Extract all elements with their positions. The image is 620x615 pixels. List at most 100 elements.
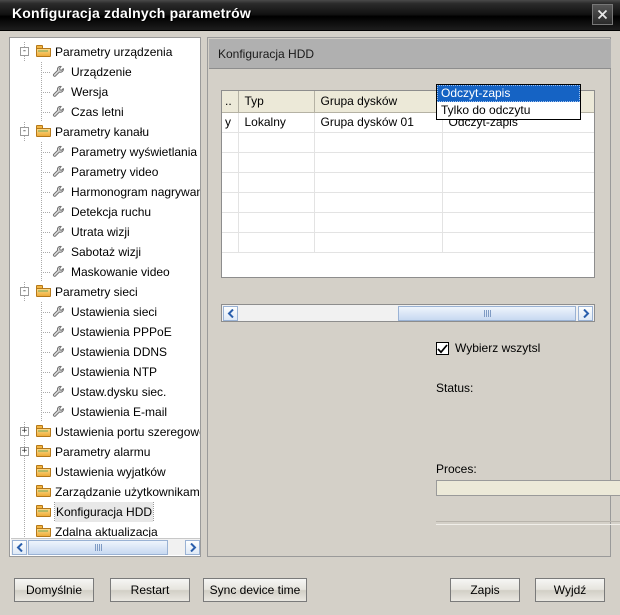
sidebar-item-11[interactable]: Maskowanie video xyxy=(10,262,200,282)
table-cell[interactable] xyxy=(314,212,443,233)
chevron-left-icon[interactable] xyxy=(223,306,238,321)
sidebar-item-label: Parametry alarmu xyxy=(55,445,151,459)
sidebar-item-6[interactable]: Parametry video xyxy=(10,162,200,182)
table-cell[interactable] xyxy=(314,152,443,173)
tree-expander-icon[interactable]: - xyxy=(20,287,29,296)
sidebar-item-23[interactable]: Konfiguracja HDD xyxy=(10,502,200,522)
wrench-icon xyxy=(52,245,64,257)
table-scroll-thumb[interactable] xyxy=(398,306,576,321)
sidebar-item-15[interactable]: Ustawienia DDNS xyxy=(10,342,200,362)
exit-button[interactable]: Wyjdź xyxy=(535,578,605,602)
settings-tree[interactable]: - Parametry urządzenia Urządzenie Wersja Cza… xyxy=(10,42,201,537)
sidebar-item-12[interactable]: - Parametry sieci xyxy=(10,282,200,302)
tree-scroll-thumb[interactable] xyxy=(28,540,168,555)
select-all-checkbox[interactable] xyxy=(436,342,449,355)
sidebar-item-17[interactable]: Ustaw.dysku siec. xyxy=(10,382,200,402)
chevron-left-icon[interactable] xyxy=(12,540,27,555)
sidebar-item-label: Ustawienia DDNS xyxy=(71,345,168,359)
sidebar-item-20[interactable]: + Parametry alarmu xyxy=(10,442,200,462)
sidebar-item-9[interactable]: Utrata wizji xyxy=(10,222,200,242)
sidebar-item-19[interactable]: + Ustawienia portu szeregowego xyxy=(10,422,200,442)
table-row[interactable] xyxy=(222,132,594,153)
table-cell[interactable] xyxy=(442,232,594,253)
tree-expander-icon[interactable]: + xyxy=(20,427,29,436)
sidebar-item-8[interactable]: Detekcja ruchu xyxy=(10,202,200,222)
dropdown-option-read-write[interactable]: Odczyt-zapis xyxy=(437,85,580,102)
table-cell[interactable] xyxy=(442,172,594,193)
table-cell[interactable]: Grupa dysków 01 xyxy=(314,112,443,133)
table-cell[interactable] xyxy=(222,172,239,193)
table-row[interactable] xyxy=(222,192,594,213)
sidebar-item-label: Parametry kanału xyxy=(55,125,150,139)
sidebar-item-18[interactable]: Ustawienia E-mail xyxy=(10,402,200,422)
sidebar-item-2[interactable]: Wersja xyxy=(10,82,200,102)
table-cell[interactable] xyxy=(238,192,315,213)
tree-expander-icon[interactable]: - xyxy=(20,127,29,136)
table-cell[interactable] xyxy=(222,212,239,233)
wrench-icon xyxy=(52,185,64,197)
sidebar-item-13[interactable]: Ustawienia sieci xyxy=(10,302,200,322)
table-row[interactable] xyxy=(222,172,594,193)
table-cell[interactable] xyxy=(222,132,239,153)
close-icon[interactable] xyxy=(592,4,613,25)
default-button[interactable]: Domyślnie xyxy=(14,578,94,602)
sidebar-item-24[interactable]: Zdalna aktualizacja xyxy=(10,522,200,537)
table-row[interactable] xyxy=(222,152,594,173)
save-button[interactable]: Zapis xyxy=(450,578,520,602)
table-cell[interactable]: Lokalny xyxy=(238,112,315,133)
table-header-cell[interactable]: Grupa dysków xyxy=(314,91,443,113)
tree-expander-icon[interactable]: - xyxy=(20,47,29,56)
wrench-icon xyxy=(52,65,64,77)
folder-icon xyxy=(36,445,52,458)
table-cell[interactable] xyxy=(238,232,315,253)
table-cell[interactable] xyxy=(314,232,443,253)
table-cell[interactable] xyxy=(314,192,443,213)
sidebar-item-16[interactable]: Ustawienia NTP xyxy=(10,362,200,382)
table-cell[interactable]: y xyxy=(222,112,239,133)
table-cell[interactable] xyxy=(238,132,315,153)
table-header-cell[interactable]: .. xyxy=(222,91,239,113)
table-cell[interactable] xyxy=(238,152,315,173)
wrench-icon xyxy=(52,365,64,377)
sidebar-item-4[interactable]: - Parametry kanału xyxy=(10,122,200,142)
table-header-cell[interactable]: Typ xyxy=(238,91,315,113)
table-cell[interactable] xyxy=(442,212,594,233)
sidebar-item-0[interactable]: - Parametry urządzenia xyxy=(10,42,200,62)
tree-expander-icon[interactable]: + xyxy=(20,447,29,456)
table-cell[interactable] xyxy=(442,152,594,173)
folder-icon xyxy=(36,485,52,498)
chevron-right-icon[interactable] xyxy=(185,540,200,555)
restart-button[interactable]: Restart xyxy=(110,578,190,602)
table-cell[interactable] xyxy=(238,212,315,233)
table-horizontal-scrollbar[interactable] xyxy=(221,304,595,322)
dropdown-option-read-only[interactable]: Tylko do odczytu xyxy=(437,102,580,119)
table-cell[interactable] xyxy=(238,172,315,193)
sidebar-item-label: Ustawienia portu szeregowego xyxy=(55,425,200,439)
table-cell[interactable] xyxy=(314,132,443,153)
table-cell[interactable] xyxy=(442,192,594,213)
sidebar-item-14[interactable]: Ustawienia PPPoE xyxy=(10,322,200,342)
sidebar-item-10[interactable]: Sabotaż wizji xyxy=(10,242,200,262)
table-cell[interactable] xyxy=(222,192,239,213)
sync-device-time-button[interactable]: Sync device time xyxy=(203,578,307,602)
table-cell[interactable] xyxy=(222,232,239,253)
sidebar-item-label: Ustawienia wyjatków xyxy=(55,465,166,479)
sidebar-item-label: Parametry wyświetlania xyxy=(71,145,198,159)
table-row[interactable] xyxy=(222,232,594,253)
sidebar-item-1[interactable]: Urządzenie xyxy=(10,62,200,82)
tree-horizontal-scrollbar[interactable] xyxy=(11,538,200,555)
table-row[interactable] xyxy=(222,212,594,233)
sidebar-item-label: Parametry video xyxy=(71,165,159,179)
sidebar-item-label: Ustawienia PPPoE xyxy=(71,325,172,339)
disk-attribute-dropdown[interactable]: Odczyt-zapis Tylko do odczytu xyxy=(436,84,581,120)
table-cell[interactable] xyxy=(442,132,594,153)
sidebar-item-label: Zarządzanie użytkownikami xyxy=(55,485,201,499)
sidebar-item-3[interactable]: Czas letni xyxy=(10,102,200,122)
sidebar-item-7[interactable]: Harmonogram nagrywania xyxy=(10,182,200,202)
table-cell[interactable] xyxy=(222,152,239,173)
chevron-right-icon[interactable] xyxy=(578,306,593,321)
sidebar-item-21[interactable]: Ustawienia wyjatków xyxy=(10,462,200,482)
sidebar-item-5[interactable]: Parametry wyświetlania xyxy=(10,142,200,162)
sidebar-item-22[interactable]: Zarządzanie użytkownikami xyxy=(10,482,201,502)
table-cell[interactable] xyxy=(314,172,443,193)
